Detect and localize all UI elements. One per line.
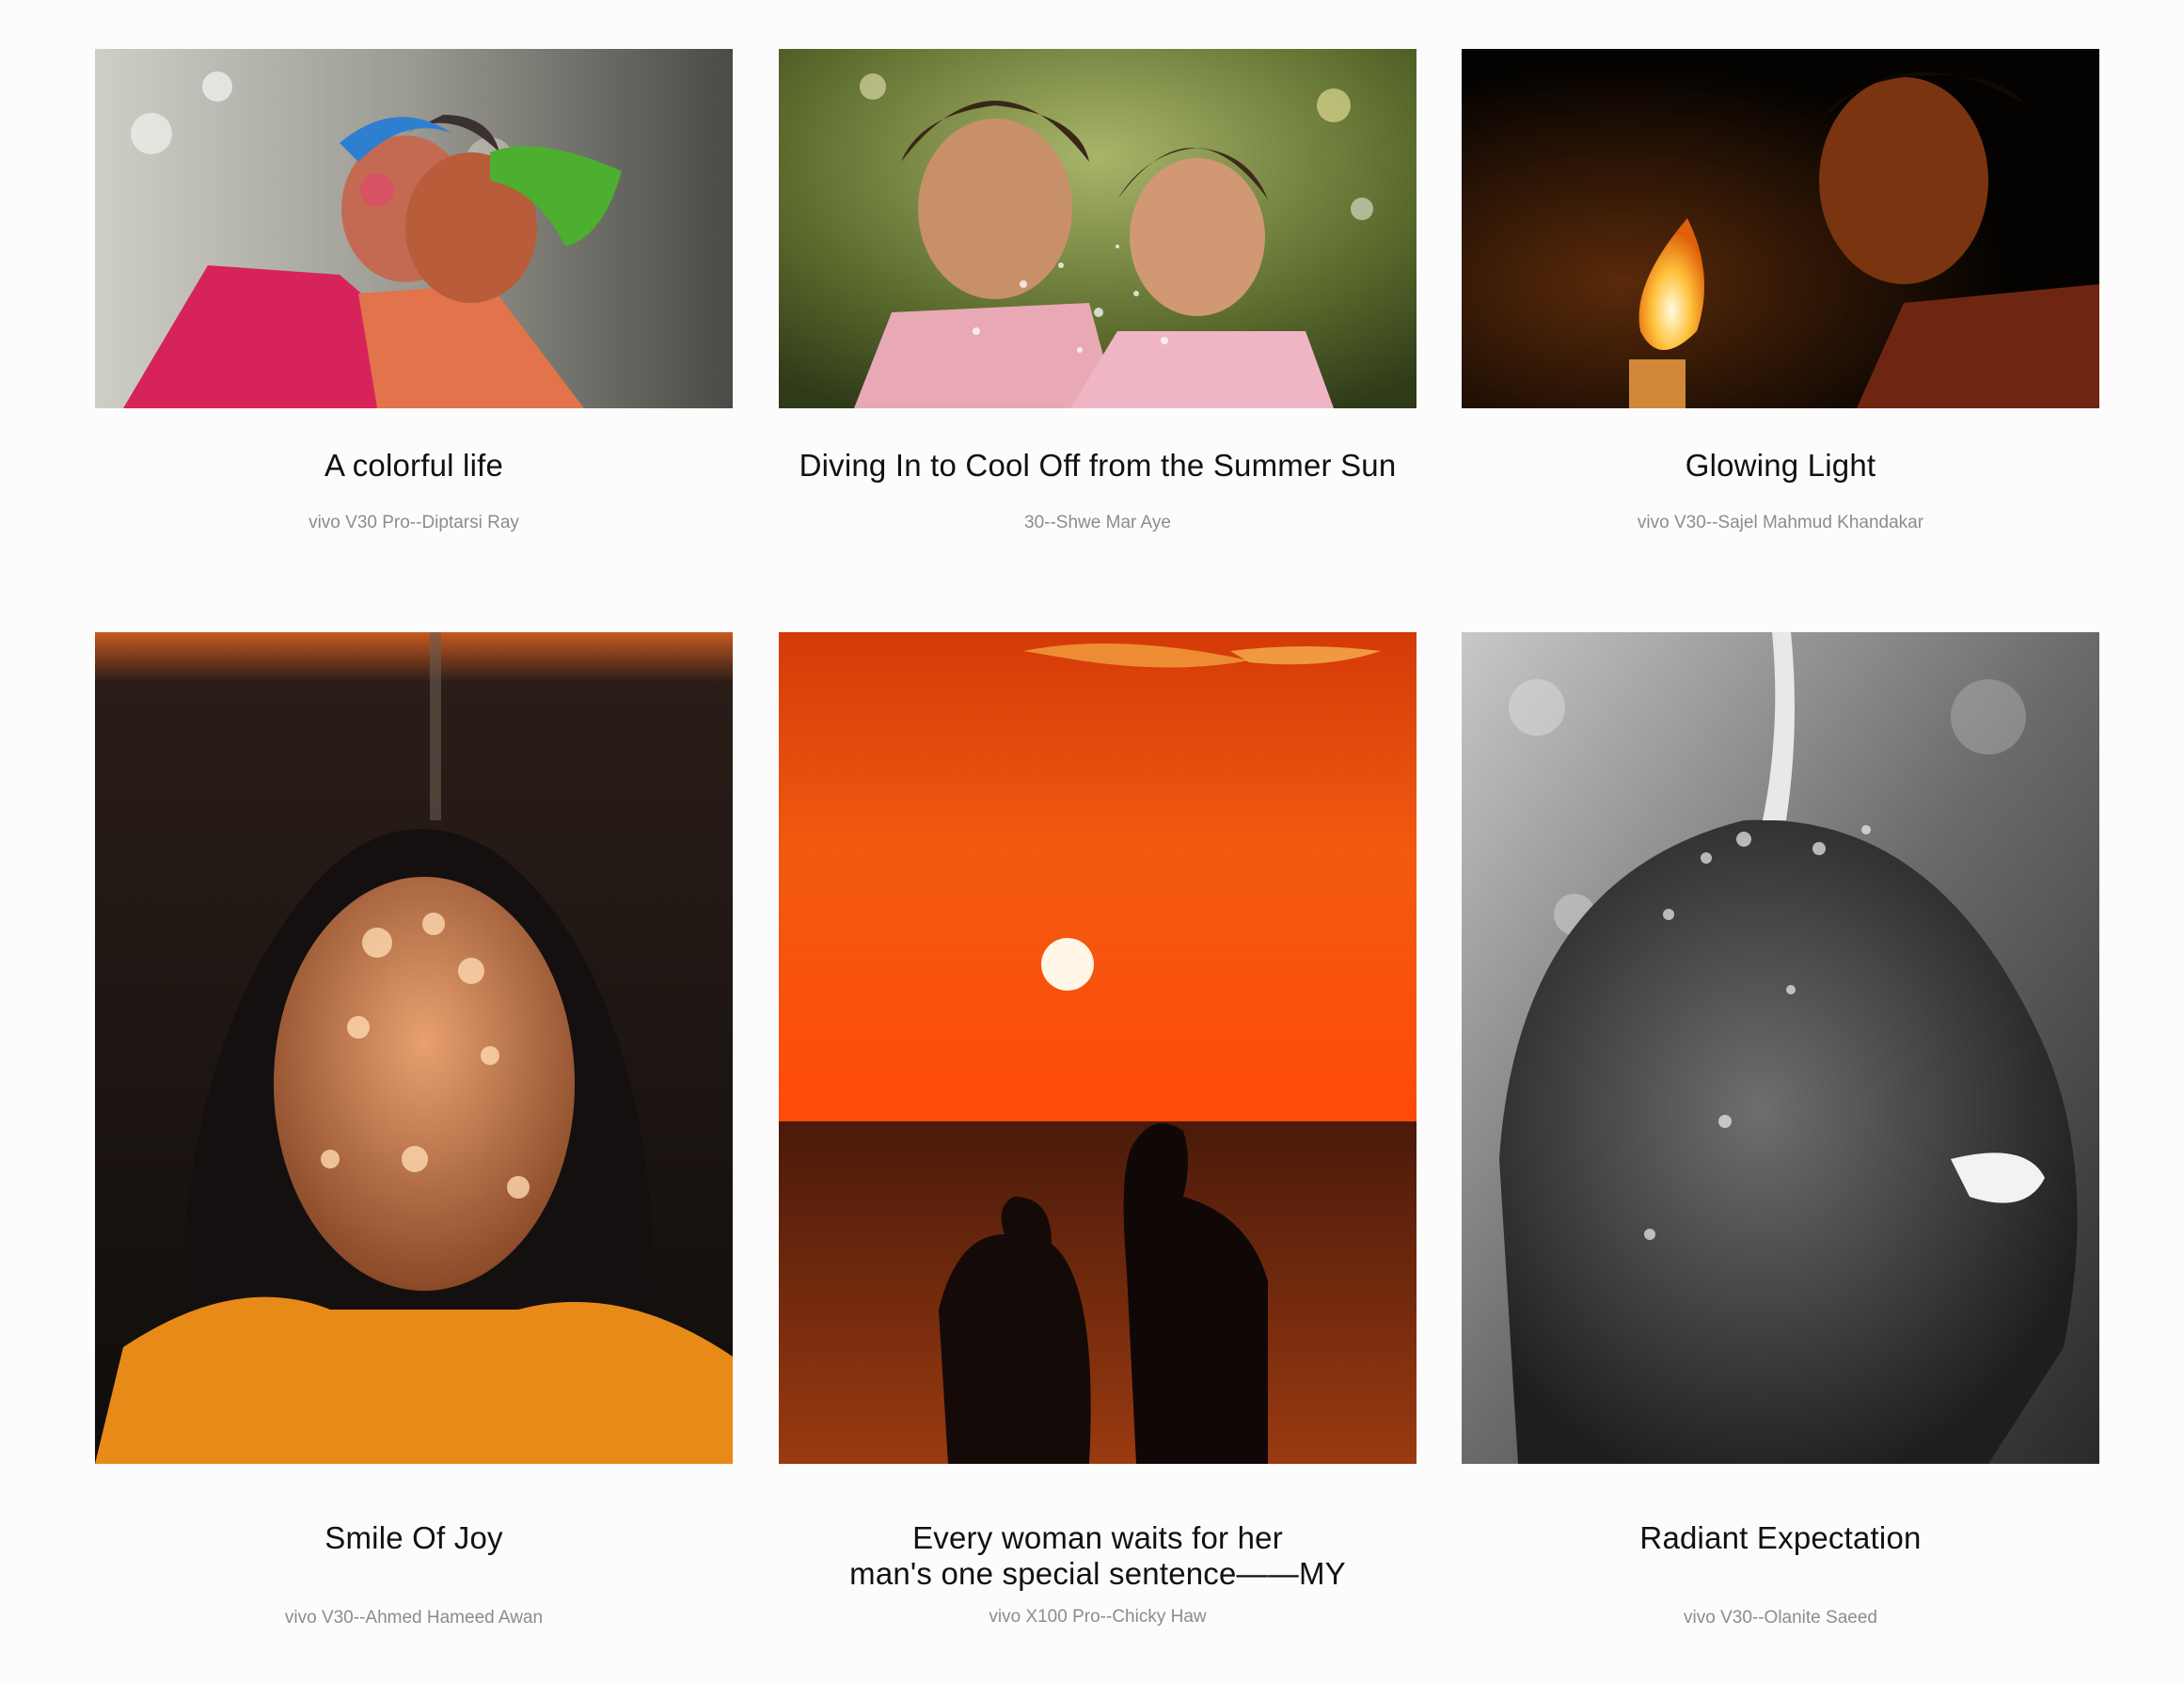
photo-title: Radiant Expectation [1639,1520,1922,1555]
photo-title: Diving In to Cool Off from the Summer Su… [799,448,1397,483]
photo-credit: vivo V30--Ahmed Hameed Awan [284,1608,544,1628]
photo-credit: vivo X100 Pro--Chicky Haw [989,1607,1207,1627]
photo-sunset-couple[interactable] [779,632,1416,1464]
photo-credit: vivo V30 Pro--Diptarsi Ray [309,513,519,532]
photo-credit: vivo V30--Sajel Mahmud Khandakar [1637,513,1924,532]
photo-title: Glowing Light [1685,448,1876,483]
photo-credit: vivo V30--Olanite Saeed [1684,1608,1877,1628]
photo-man-water-bw[interactable] [1462,632,2099,1464]
photo-title: Every woman waits for her man's one spec… [849,1520,1346,1591]
photo-title: A colorful life [324,448,504,483]
photo-girl-dappled-light[interactable] [95,632,733,1464]
photo-child-candle[interactable] [1462,49,2099,408]
photo-holi-embrace[interactable] [95,49,733,408]
photo-girls-water-splash[interactable] [779,49,1416,408]
photo-title: Smile Of Joy [324,1520,503,1555]
photo-credit: 30--Shwe Mar Aye [1024,513,1171,532]
